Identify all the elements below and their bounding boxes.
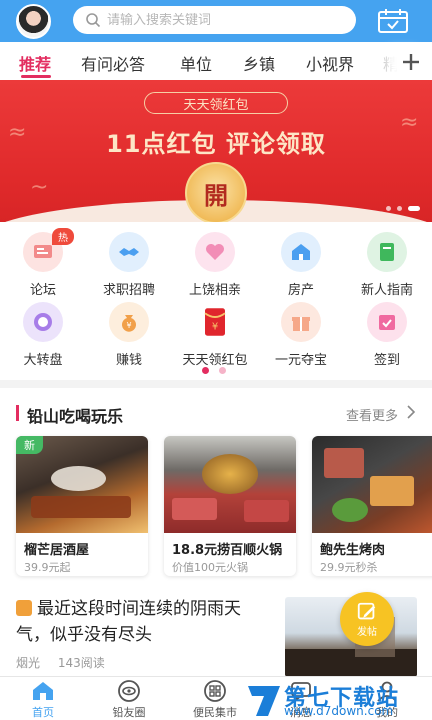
hot-badge: 热 <box>52 228 74 245</box>
deal-subtitle: 价值100元火锅 <box>172 561 248 574</box>
edit-icon <box>357 602 376 619</box>
svg-text:¥: ¥ <box>126 321 131 330</box>
news-title: 最近这段时间连续的阴雨天气，似乎没有尽头 <box>16 599 241 645</box>
grid-item-forum[interactable]: 热 论坛 <box>0 228 86 298</box>
deal-subtitle: 29.9元秒杀 <box>320 561 378 574</box>
add-tab-button[interactable] <box>397 48 425 76</box>
deal-card[interactable]: 18.8元捞百顺火锅 价值100元火锅 <box>164 436 296 576</box>
grid-item-dating[interactable]: 上饶相亲 <box>172 232 258 298</box>
deal-image: 新 <box>16 436 148 533</box>
deal-title: 18.8元捞百顺火锅 <box>172 543 283 558</box>
deal-title: 鲍先生烤肉 <box>320 543 386 558</box>
watermark-url: www.d7down.com <box>284 704 394 718</box>
book-icon <box>367 232 407 272</box>
grid-item-checkin[interactable]: 签到 <box>344 302 430 368</box>
grid-label: 大转盘 <box>23 353 63 368</box>
top-bar <box>0 0 432 42</box>
wheel-icon <box>23 302 63 342</box>
grid-label: 一元夺宝 <box>274 353 327 368</box>
svg-text:¥: ¥ <box>212 322 218 333</box>
tab-qa[interactable]: 有问必答 <box>81 51 145 75</box>
search-box[interactable] <box>73 6 356 34</box>
cloud-decoration-icon: ~ <box>30 175 49 200</box>
grid-label: 求职招聘 <box>102 283 155 298</box>
banner-carousel[interactable]: ≈ ≈ ~ 天天领红包 11点红包 评论领取 開 <box>0 80 432 222</box>
tab-recommend[interactable]: 推荐 <box>19 51 51 75</box>
plus-icon <box>403 54 419 70</box>
grid-label: 论坛 <box>29 283 56 298</box>
page-dot <box>202 367 209 374</box>
page-dot <box>219 367 226 374</box>
divider <box>0 380 432 388</box>
grid-item-housing[interactable]: 房产 <box>258 232 344 298</box>
deal-image <box>312 436 432 533</box>
chevron-right-icon[interactable] <box>405 405 417 419</box>
deal-card[interactable]: 新 榴芒居酒屋 39.9元起 <box>16 436 148 576</box>
section-title: 铅山吃喝玩乐 <box>27 407 124 426</box>
nav-home[interactable]: 首页 <box>0 679 86 720</box>
grid-icon <box>204 680 226 702</box>
section-header: 铅山吃喝玩乐 查看更多 <box>0 394 432 428</box>
grid-page-dots <box>202 367 226 374</box>
search-icon <box>86 13 101 28</box>
gift-icon <box>281 302 321 342</box>
post-button-label: 发帖 <box>357 626 377 638</box>
nav-label: 铅友圈 <box>112 706 146 719</box>
banner-pill: 天天领红包 <box>144 92 288 114</box>
grid-item-earn[interactable]: ¥ 赚钱 <box>86 302 172 368</box>
grid-label: 签到 <box>373 353 400 368</box>
red-envelope-icon: ¥ <box>195 302 235 342</box>
eye-circle-icon <box>118 680 140 702</box>
grid-label: 天天领红包 <box>182 353 248 368</box>
grid-label: 新人指南 <box>360 283 413 298</box>
new-badge: 新 <box>16 436 43 454</box>
carousel-dot <box>397 206 402 211</box>
news-reads: 143阅读 <box>57 656 105 670</box>
section-marker <box>16 405 19 421</box>
handshake-icon <box>109 232 149 272</box>
news-meta: 烟光 143阅读 <box>16 654 105 671</box>
grid-label: 上饶相亲 <box>188 283 241 298</box>
grid-item-wheel[interactable]: 大转盘 <box>0 302 86 368</box>
grid-label: 房产 <box>287 283 314 298</box>
active-tab-indicator <box>21 75 51 78</box>
grid-item-guide[interactable]: 新人指南 <box>344 232 430 298</box>
house-icon <box>281 232 321 272</box>
post-button[interactable]: 发帖 <box>340 592 394 646</box>
carousel-dot <box>408 206 420 211</box>
money-bag-icon: ¥ <box>109 302 149 342</box>
category-tabs: 推荐 有问必答 单位 乡镇 小视界 精 <box>0 42 432 80</box>
see-more-link[interactable]: 查看更多 <box>346 405 398 424</box>
tab-mini-view[interactable]: 小视界 <box>306 51 354 75</box>
app-screen: 推荐 有问必答 单位 乡镇 小视界 精 ≈ ≈ ~ 天天领红包 11点红包 评论… <box>0 0 432 720</box>
grid-label: 赚钱 <box>115 353 142 368</box>
avatar[interactable] <box>16 4 51 39</box>
calendar-icon[interactable] <box>377 8 409 34</box>
news-author: 烟光 <box>16 656 41 670</box>
open-red-packet-button[interactable]: 開 <box>185 162 247 222</box>
home-icon <box>33 682 53 700</box>
tab-units[interactable]: 单位 <box>180 51 212 75</box>
banner-title: 11点红包 评论领取 <box>106 130 326 158</box>
deal-subtitle: 39.9元起 <box>24 561 71 574</box>
grid-item-jobs[interactable]: 求职招聘 <box>86 232 172 298</box>
grid-item-red-envelope[interactable]: ¥ 天天领红包 <box>172 302 258 368</box>
nav-friends[interactable]: 铅友圈 <box>86 679 172 720</box>
search-input[interactable] <box>107 12 337 28</box>
grid-item-treasure[interactable]: 一元夺宝 <box>258 302 344 368</box>
deal-title: 榴芒居酒屋 <box>24 543 90 558</box>
deal-card[interactable]: 鲍先生烤肉 29.9元秒杀 <box>312 436 432 576</box>
calendar-check-icon <box>367 302 407 342</box>
heart-icon <box>195 232 235 272</box>
nav-label: 首页 <box>32 706 54 719</box>
shortcut-grid: 热 论坛 求职招聘 上饶相亲 房产 新人指南 大转盘 ¥ 赚钱 ¥ 天天领红包 … <box>0 222 432 380</box>
tab-towns[interactable]: 乡镇 <box>243 51 275 75</box>
carousel-dots <box>386 206 420 211</box>
carousel-dot <box>386 206 391 211</box>
deal-image <box>164 436 296 533</box>
